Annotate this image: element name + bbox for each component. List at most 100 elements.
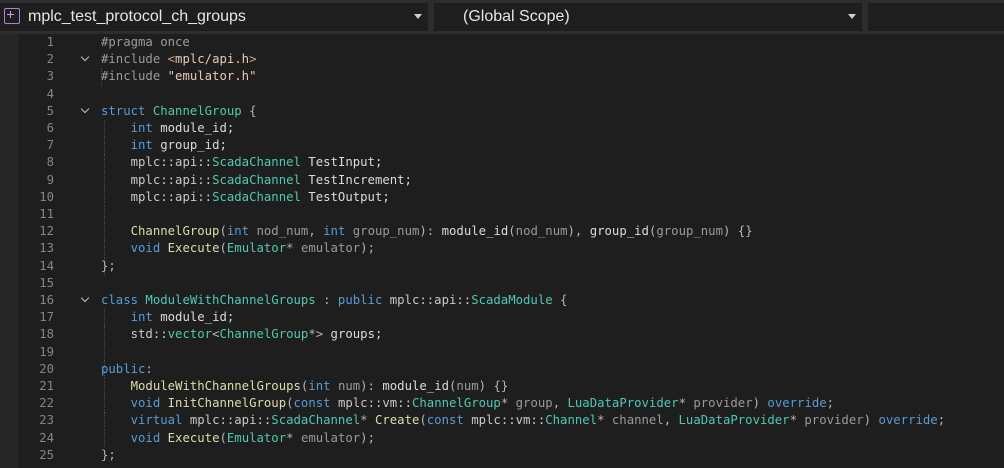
code-token: struct	[101, 103, 153, 118]
code-token: <	[167, 52, 176, 67]
code-token: (	[219, 224, 227, 239]
collapse-chevron-icon[interactable]	[82, 56, 89, 60]
code-token: {	[241, 103, 257, 118]
code-line[interactable]: 8 mplc::api::ScadaChannel TestInput;	[0, 154, 1004, 172]
code-token: *	[286, 241, 301, 256]
file-dropdown[interactable]: mplc_test_protocol_ch_groups	[0, 3, 428, 31]
code-text: virtual mplc::api::ScadaChannel* Create(…	[101, 412, 945, 429]
chevron-down-icon[interactable]	[848, 14, 856, 19]
code-line[interactable]: 18 std::vector<ChannelGroup*> groups;	[0, 326, 1004, 344]
member-dropdown[interactable]	[868, 3, 1004, 31]
code-token: group	[515, 396, 553, 411]
code-line[interactable]: 19	[0, 343, 1004, 361]
code-text: #pragma once	[101, 34, 190, 51]
line-number: 15	[39, 275, 54, 290]
code-token: override	[767, 396, 827, 411]
code-line[interactable]: 5 struct ChannelGroup {	[0, 103, 1004, 120]
collapse-chevron-icon[interactable]	[82, 297, 89, 301]
code-text: int group_id;	[101, 137, 227, 154]
code-token: #pragma once	[101, 35, 190, 49]
code-line[interactable]: 16 class ModuleWithChannelGroups : public…	[0, 292, 1004, 309]
code-token: ,	[663, 413, 679, 428]
code-token: public	[101, 361, 146, 376]
line-number: 2	[46, 52, 54, 67]
code-line[interactable]: 1 #pragma once	[0, 34, 1004, 51]
chevron-down-icon[interactable]	[414, 14, 422, 19]
code-token: *	[789, 413, 805, 428]
line-number: 22	[39, 396, 54, 411]
code-token: void	[130, 430, 168, 445]
code-token: override	[878, 413, 938, 428]
line-number: 21	[39, 379, 54, 393]
code-token: void	[130, 241, 168, 256]
line-number: 19	[39, 344, 54, 359]
code-token: int	[130, 121, 161, 135]
code-line[interactable]: 14};	[0, 257, 1004, 275]
code-token: ScadaChannel	[212, 189, 301, 204]
code-line[interactable]: 20 public:	[0, 360, 1004, 378]
code-token: mplc::api::	[130, 172, 213, 187]
code-token: mplc::api::	[130, 189, 213, 204]
code-line[interactable]: 2 #include <mplc/api.h>	[0, 51, 1004, 68]
code-token: (	[286, 396, 294, 411]
code-token: );	[360, 241, 375, 256]
code-line[interactable]: 24 void Execute(Emulator* emulator);	[0, 429, 1004, 447]
code-editor[interactable]: 1 #pragma once 2 #include <mplc/api.h> 3 #inc…	[0, 34, 1004, 468]
code-text: void Execute(Emulator* emulator);	[101, 430, 375, 447]
code-line[interactable]: 23 virtual mplc::api::ScadaChannel* Crea…	[0, 412, 1004, 430]
code-line[interactable]: 7 int group_id;	[0, 137, 1004, 155]
code-line[interactable]: 6 int module_id;	[0, 120, 1004, 138]
code-line[interactable]: 3 #include "emulator.h"	[0, 68, 1004, 86]
code-token: ModuleWithChannelGroups	[145, 293, 316, 307]
code-token: ):	[419, 224, 442, 239]
code-token: nod_num	[515, 224, 568, 239]
code-line[interactable]: 25};	[0, 447, 1004, 464]
code-text: public:	[101, 361, 153, 378]
line-number: 6	[46, 121, 54, 135]
code-line[interactable]: 21 ModuleWithChannelGroups(int num): mod…	[0, 378, 1004, 396]
code-token: provider	[804, 413, 864, 428]
code-line[interactable]: 9 mplc::api::ScadaChannel TestIncrement;	[0, 171, 1004, 189]
line-number: 20	[39, 361, 54, 376]
code-line[interactable]: 10 mplc::api::ScadaChannel TestOutput;	[0, 188, 1004, 206]
code-token: *	[286, 430, 301, 445]
code-line[interactable]: 17 int module_id;	[0, 309, 1004, 327]
code-token: int	[226, 224, 257, 239]
code-text: };	[101, 258, 116, 275]
collapse-chevron-icon[interactable]	[82, 108, 89, 112]
code-token: Channel	[545, 413, 598, 428]
code-token: void	[130, 396, 168, 411]
code-text: };	[101, 447, 116, 464]
code-token: TestInput;	[300, 155, 383, 170]
code-line[interactable]: 12 ChannelGroup(int nod_num, int group_n…	[0, 223, 1004, 241]
code-token: public	[337, 293, 390, 307]
indent-guide	[104, 343, 105, 361]
scope-dropdown[interactable]: (Global Scope)	[434, 3, 862, 31]
indent-guide	[104, 206, 105, 224]
code-token: *>	[308, 327, 331, 342]
line-number: 23	[39, 413, 54, 428]
code-token: nod_num	[256, 224, 309, 239]
code-line[interactable]: 11	[0, 206, 1004, 224]
code-text: void InitChannelGroup(const mplc::vm::Ch…	[101, 395, 834, 412]
code-token: ScadaModule	[471, 293, 553, 307]
code-token: Emulator	[226, 241, 287, 256]
line-number: 25	[39, 447, 54, 462]
line-number: 9	[46, 172, 54, 187]
code-token: mplc::api::	[389, 293, 472, 307]
code-token: LuaDataProvider	[678, 413, 790, 428]
code-line[interactable]: 15	[0, 275, 1004, 292]
code-line[interactable]: 13 void Execute(Emulator* emulator);	[0, 240, 1004, 258]
code-token: mplc::api::	[130, 155, 213, 170]
code-line[interactable]: 22 void InitChannelGroup(const mplc::vm:…	[0, 395, 1004, 413]
code-token: ModuleWithChannelGroups	[130, 379, 301, 393]
code-token: TestOutput;	[300, 189, 390, 204]
line-number: 18	[39, 327, 54, 342]
code-line[interactable]: 4	[0, 86, 1004, 103]
